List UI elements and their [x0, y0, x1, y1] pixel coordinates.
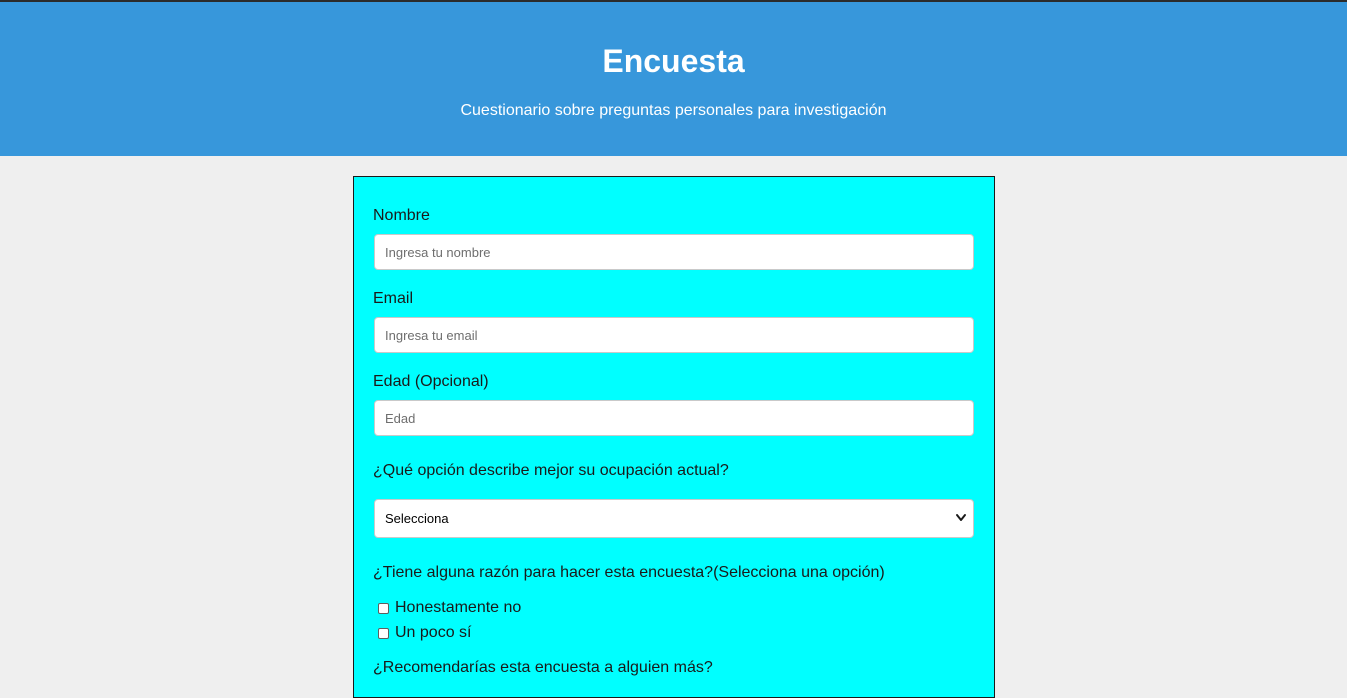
checkbox[interactable]	[378, 602, 389, 614]
reason-label: ¿Tiene alguna razón para hacer esta encu…	[373, 564, 885, 581]
email-label: Email	[373, 290, 414, 307]
survey-form: Nombre Email Edad (Opcional) ¿Qué opción…	[353, 176, 995, 698]
page-title: Encuesta	[602, 43, 745, 79]
age-input[interactable]	[374, 400, 974, 436]
checkbox[interactable]	[378, 627, 389, 639]
name-input[interactable]	[374, 234, 974, 270]
page-subtitle: Cuestionario sobre preguntas personales …	[460, 102, 887, 119]
occupation-label: ¿Qué opción describe mejor su ocupación …	[373, 462, 729, 479]
recommend-label: ¿Recomendarías esta encuesta a alguien m…	[373, 659, 713, 676]
page-header: Encuesta Cuestionario sobre preguntas pe…	[0, 2, 1347, 156]
occupation-selected-value: Selecciona	[385, 511, 449, 526]
reason-option-un-poco-si[interactable]: Un poco sí	[378, 623, 471, 643]
reason-option-honestamente-no[interactable]: Honestamente no	[378, 598, 521, 618]
reason-option-label: Un poco sí	[395, 624, 472, 641]
reason-option-label: Honestamente no	[395, 599, 522, 616]
email-input[interactable]	[374, 317, 974, 353]
age-label: Edad (Opcional)	[373, 373, 489, 390]
occupation-select[interactable]: Selecciona	[374, 499, 974, 538]
name-label: Nombre	[373, 207, 430, 224]
chevron-down-icon	[956, 514, 966, 521]
